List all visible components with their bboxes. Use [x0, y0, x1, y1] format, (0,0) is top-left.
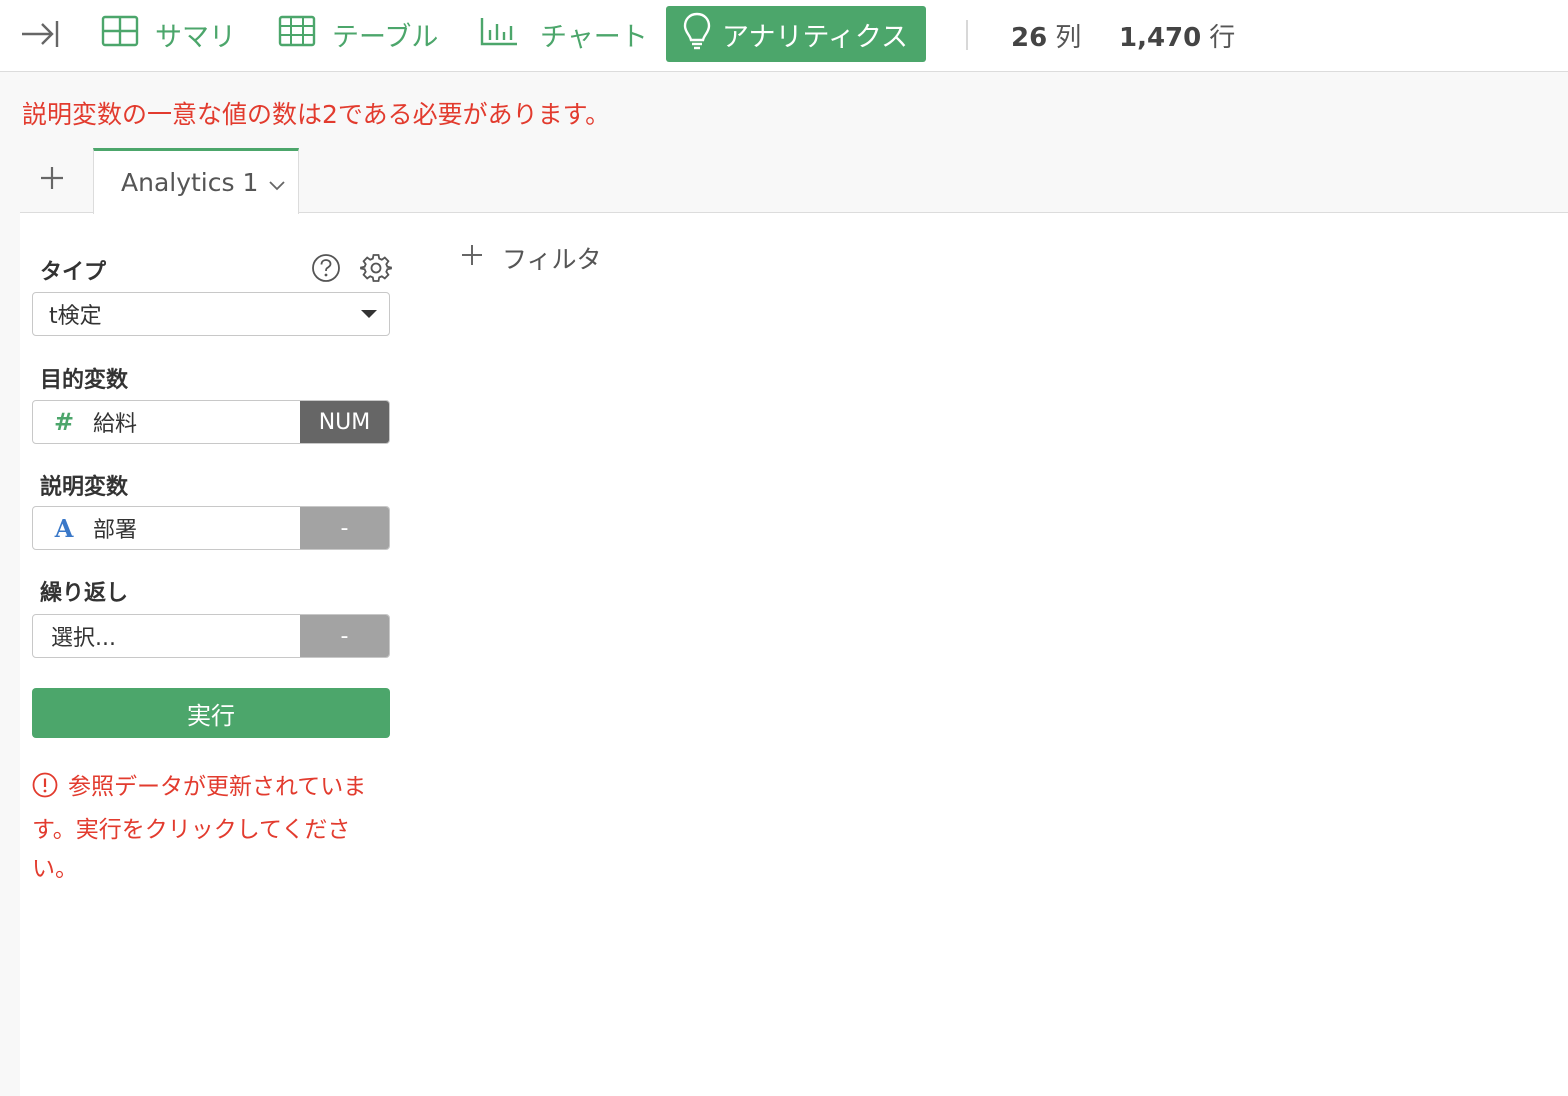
summary-grid-icon [101, 15, 139, 54]
chevron-down-icon[interactable] [268, 168, 286, 197]
top-toolbar: サマリ テーブル チャート アナリティクス 26 列 1,470 行 [0, 0, 1568, 72]
tab-table[interactable]: テーブル [278, 6, 438, 62]
lightbulb-icon [682, 11, 712, 58]
analytics-tab[interactable]: Analytics 1 [93, 148, 299, 214]
refresh-warning: 参照データが更新されています。実行をクリックしてください。 [32, 768, 394, 889]
tab-table-label: テーブル [332, 21, 439, 53]
column-count: 26 列 [1011, 17, 1081, 54]
tab-chart[interactable]: チャート [480, 6, 648, 62]
repeat-type-badge[interactable]: - [300, 615, 389, 657]
help-icon[interactable] [311, 253, 341, 283]
row-count: 1,470 行 [1119, 17, 1235, 54]
type-label: タイプ [40, 260, 107, 285]
tab-analytics[interactable]: アナリティクス [666, 6, 927, 62]
type-select[interactable]: t検定 [32, 292, 390, 336]
analytics-tab-label: Analytics 1 [121, 168, 259, 197]
explanatory-variable-label: 説明変数 [40, 475, 129, 500]
table-icon [278, 15, 316, 54]
caret-down-icon [361, 310, 377, 318]
tab-analytics-label: アナリティクス [722, 21, 909, 53]
refresh-warning-text: 参照データが更新されています。実行をクリックしてください。 [32, 774, 367, 882]
string-type-icon: A [54, 513, 74, 543]
error-message: 説明変数の一意な値の数は2である必要があります。 [22, 100, 611, 129]
repeat-label: 繰り返し [40, 581, 129, 606]
toolbar-divider [966, 20, 968, 50]
plus-icon [41, 167, 63, 189]
add-filter-button[interactable]: フィルタ [460, 240, 602, 276]
column-count-value: 26 [1011, 23, 1048, 53]
collapse-sidebar-icon[interactable] [20, 16, 60, 52]
add-analytics-tab-button[interactable] [36, 162, 68, 194]
column-count-unit: 列 [1055, 23, 1082, 53]
repeat-placeholder: 選択... [51, 626, 116, 651]
target-variable-label: 目的変数 [40, 368, 129, 393]
repeat-field[interactable]: 選択... - [32, 614, 390, 658]
tab-summary[interactable]: サマリ [101, 6, 236, 62]
row-count-value: 1,470 [1119, 23, 1202, 53]
target-variable-type-badge[interactable]: NUM [300, 401, 389, 443]
plus-icon [460, 243, 484, 273]
explanatory-variable-type-badge[interactable]: - [300, 507, 389, 549]
target-variable-field[interactable]: # 給料 NUM [32, 400, 390, 444]
type-select-value: t検定 [49, 304, 102, 329]
alert-circle-icon [32, 772, 58, 811]
add-filter-label: フィルタ [502, 245, 602, 274]
gear-icon[interactable] [360, 252, 392, 284]
explanatory-variable-field[interactable]: A 部署 - [32, 506, 390, 550]
tab-chart-label: チャート [540, 21, 648, 53]
tab-summary-label: サマリ [155, 21, 236, 53]
numeric-type-icon: # [53, 408, 75, 436]
run-button[interactable]: 実行 [32, 688, 390, 738]
target-variable-value: 給料 [93, 412, 138, 437]
row-count-unit: 行 [1209, 23, 1236, 53]
explanatory-variable-value: 部署 [93, 518, 138, 543]
bar-chart-icon [480, 16, 518, 53]
